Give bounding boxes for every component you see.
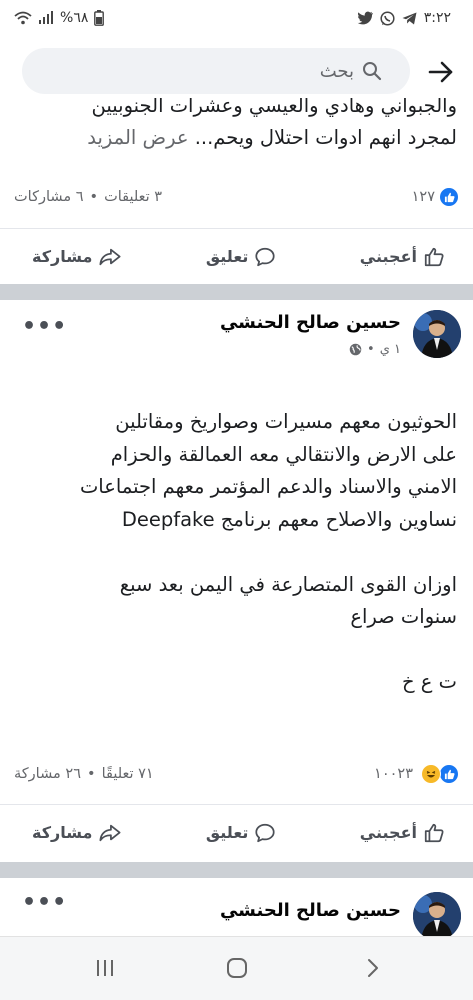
haha-emoji-icon xyxy=(421,764,441,784)
post-reactions: ١٠٠٢٣ ٧١ تعليقًا • ٢٦ مشاركة xyxy=(0,757,473,791)
next-post-header: حسين صالح الحنشي ••• xyxy=(0,878,473,936)
share-label: مشاركة xyxy=(32,247,93,266)
search-icon xyxy=(363,62,382,81)
battery-icon xyxy=(94,10,105,26)
twitter-icon xyxy=(357,11,373,25)
share-arrow-icon xyxy=(99,824,121,841)
signal-icon xyxy=(39,11,53,24)
post-separator xyxy=(0,284,473,300)
like-button[interactable]: أعجبني xyxy=(360,246,445,268)
thumbs-up-icon xyxy=(424,823,444,842)
arrow-right-icon[interactable] xyxy=(427,58,455,86)
reactions-summary[interactable]: ١٠٠٢٣ xyxy=(374,764,459,784)
post-text-line: على الارض والانتقالي معه العمالقة والحزا… xyxy=(110,442,457,466)
stats-separator: • xyxy=(89,189,99,205)
post-text-line: اوزان القوى المتصارعة في اليمن بعد سبع xyxy=(119,572,457,596)
share-button[interactable]: مشاركة xyxy=(32,246,122,268)
comment-button[interactable]: تعليق xyxy=(206,822,277,844)
previous-post-reactions: ١٢٧ ٣ تعليقات • ٦ مشاركات xyxy=(0,180,473,214)
previous-post-actions: أعجبني تعليق مشاركة xyxy=(0,228,473,284)
search-header: بحث xyxy=(0,44,473,100)
post-text-line: ت ع خ xyxy=(402,670,457,693)
avatar[interactable] xyxy=(413,310,461,358)
meta-separator: • xyxy=(367,342,375,357)
comments-count[interactable]: ٧١ تعليقًا xyxy=(102,766,154,782)
shares-count[interactable]: ٦ مشاركات xyxy=(14,189,84,205)
status-bar: %٦٨ ٣:٢٢ xyxy=(0,0,473,44)
globe-icon xyxy=(349,343,362,356)
author-name[interactable]: حسين صالح الحنشي xyxy=(220,312,401,333)
status-right: ٣:٢٢ xyxy=(357,10,451,26)
post-meta: ١ ي • xyxy=(349,342,401,357)
status-time: ٣:٢٢ xyxy=(423,10,451,26)
wifi-icon xyxy=(14,11,32,25)
like-reaction-icon xyxy=(439,764,459,784)
speech-bubble-icon xyxy=(255,247,275,266)
stats-separator: • xyxy=(87,766,96,782)
post-actions: أعجبني تعليق مشاركة xyxy=(0,804,473,860)
share-arrow-icon xyxy=(99,248,121,265)
post-text-blank xyxy=(16,634,457,667)
engagement-stats: ٧١ تعليقًا • ٢٦ مشاركة xyxy=(14,766,154,782)
battery-percent: %٦٨ xyxy=(60,10,89,26)
telegram-icon xyxy=(402,12,417,24)
status-left: %٦٨ xyxy=(14,10,105,26)
post-text-blank xyxy=(16,536,457,569)
like-label: أعجبني xyxy=(359,247,417,266)
like-reaction-icon xyxy=(439,187,459,207)
comment-button[interactable]: تعليق xyxy=(206,246,277,268)
avatar[interactable] xyxy=(413,892,461,936)
post-text-line: الحوثيون معهم مسيرات وصواريخ ومقاتلين xyxy=(115,410,457,433)
post-time[interactable]: ١ ي xyxy=(380,342,401,357)
share-label: مشاركة xyxy=(32,823,93,842)
engagement-stats: ٣ تعليقات • ٦ مشاركات xyxy=(14,189,162,205)
speech-bubble-icon xyxy=(255,823,275,842)
post-body: الحوثيون معهم مسيرات وصواريخ ومقاتلين عل… xyxy=(0,406,473,699)
share-button[interactable]: مشاركة xyxy=(32,822,122,844)
search-input[interactable]: بحث xyxy=(22,48,410,94)
post-text-line: سنوات صراع xyxy=(350,605,457,628)
back-icon[interactable] xyxy=(362,957,384,979)
previous-post-text: والجبواني وهادي والعيسي وعشرات الجنوبيين… xyxy=(0,98,473,170)
comments-count[interactable]: ٣ تعليقات xyxy=(104,189,162,205)
post-text-line: الامني والاسناد والدعم المؤتمر معهم اجتم… xyxy=(79,475,457,498)
author-name[interactable]: حسين صالح الحنشي xyxy=(220,900,401,921)
system-nav-bar xyxy=(0,936,473,1000)
like-button[interactable]: أعجبني xyxy=(360,822,445,844)
thumbs-up-icon xyxy=(424,247,444,266)
reactions-summary[interactable]: ١٢٧ xyxy=(412,187,459,207)
recent-apps-icon[interactable] xyxy=(94,957,116,979)
more-options-button[interactable]: ••• xyxy=(22,314,67,339)
shares-count[interactable]: ٢٦ مشاركة xyxy=(14,766,81,782)
whatsapp-icon xyxy=(380,10,395,26)
home-icon[interactable] xyxy=(226,957,248,979)
more-options-button[interactable]: ••• xyxy=(22,890,67,915)
reactions-count: ١٢٧ xyxy=(411,189,435,205)
like-label: أعجبني xyxy=(359,823,417,842)
comment-label: تعليق xyxy=(205,247,249,266)
search-placeholder: بحث xyxy=(319,60,354,82)
post-header: حسين صالح الحنشي ١ ي • ••• xyxy=(0,300,473,370)
post-text-line: نساوين والاصلاح معهم برنامج Deepfake xyxy=(121,507,457,531)
post-text-line: والجبواني وهادي والعيسي وعشرات الجنوبيين xyxy=(91,98,457,117)
post-text-line: لمجرد انهم ادوات احتلال ويحم... xyxy=(194,126,457,149)
see-more-link[interactable]: عرض المزيد xyxy=(87,126,188,149)
comment-label: تعليق xyxy=(205,823,249,842)
post-separator xyxy=(0,862,473,878)
reactions-count: ١٠٠٢٣ xyxy=(374,766,413,782)
